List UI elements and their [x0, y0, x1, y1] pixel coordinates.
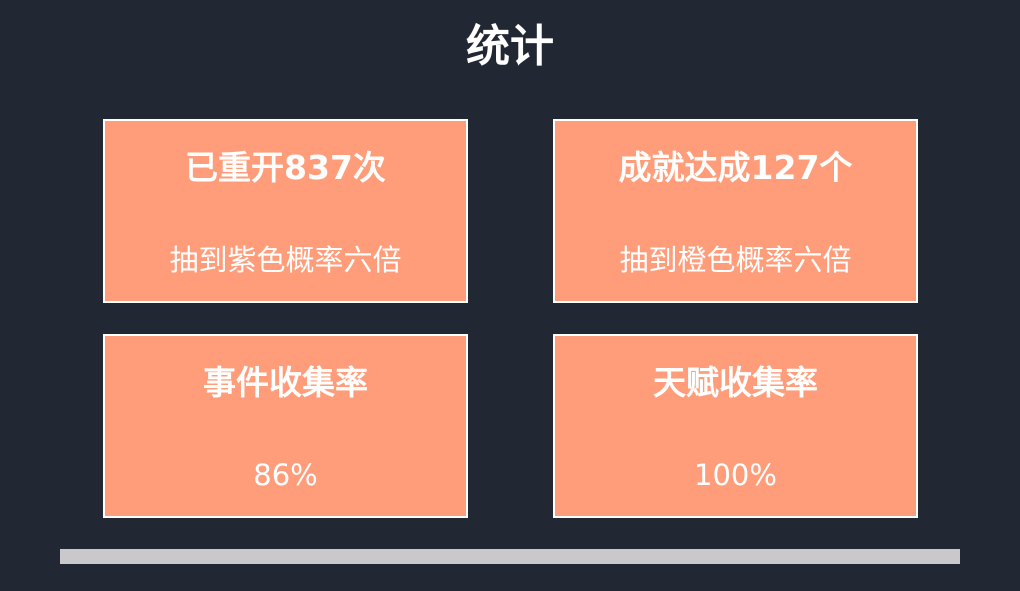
stat-card-achievements: 成就达成127个 抽到橙色概率六倍 [553, 119, 918, 303]
stat-card-title: 成就达成127个 [618, 148, 853, 187]
stat-card-value: 86% [253, 458, 318, 492]
stats-screen: 统计 已重开837次 抽到紫色概率六倍 成就达成127个 抽到橙色概率六倍 事件… [0, 0, 1020, 591]
page-title: 统计 [466, 21, 554, 72]
stat-card-value: 抽到橙色概率六倍 [619, 243, 852, 277]
stat-card-title: 事件收集率 [203, 363, 368, 402]
stat-card-value: 抽到紫色概率六倍 [169, 243, 402, 277]
stat-card-value: 100% [694, 458, 777, 492]
stat-card-title: 天赋收集率 [653, 363, 818, 402]
stat-card-talent-collection: 天赋收集率 100% [553, 334, 918, 518]
stat-card-event-collection: 事件收集率 86% [103, 334, 468, 518]
stat-card-title: 已重开837次 [185, 148, 386, 187]
horizontal-scrollbar[interactable] [60, 549, 960, 564]
stat-card-restarts: 已重开837次 抽到紫色概率六倍 [103, 119, 468, 303]
